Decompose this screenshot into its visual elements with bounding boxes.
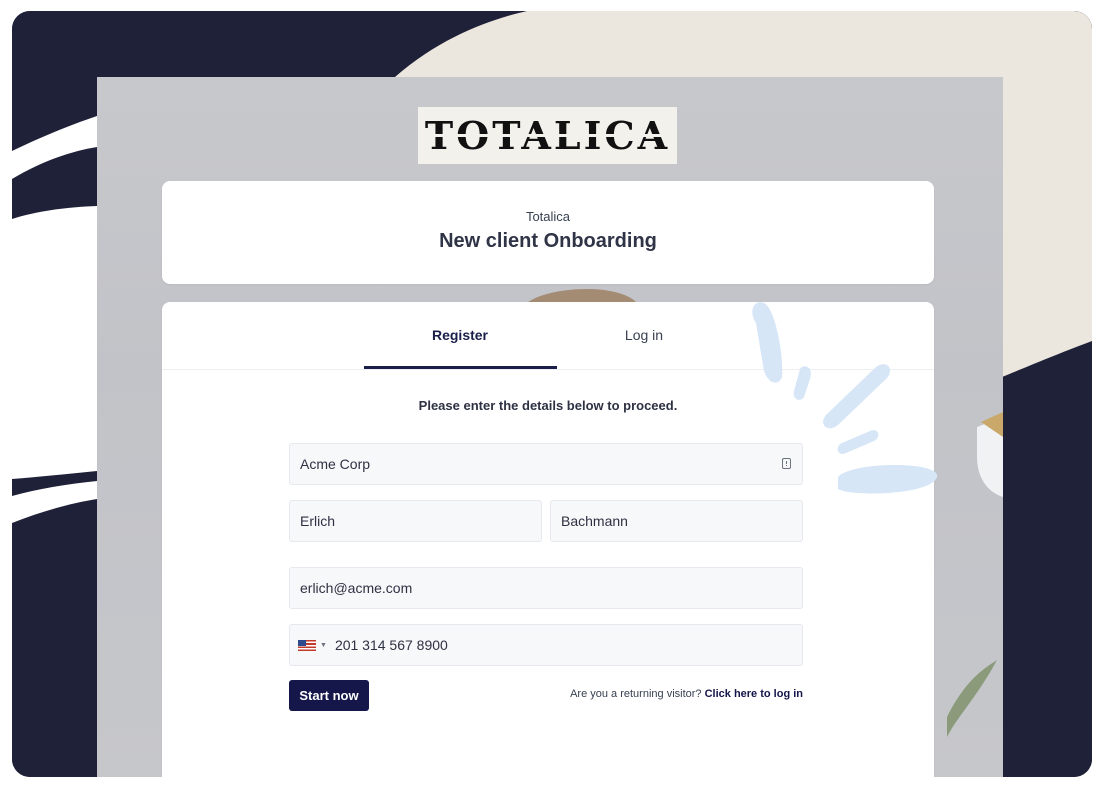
login-link[interactable]: Click here to log in — [705, 688, 803, 700]
company-field[interactable] — [289, 443, 803, 485]
email-field[interactable] — [289, 567, 803, 609]
tab-register[interactable]: Register — [364, 327, 556, 343]
company-input[interactable] — [290, 444, 802, 484]
phone-field[interactable]: ▼ — [289, 624, 803, 666]
returning-question: Are you a returning visitor? — [570, 688, 702, 700]
company-building-icon — [782, 458, 791, 469]
company-name: Totalica — [525, 209, 571, 224]
header-card: Totalica New client Onboarding — [162, 181, 934, 284]
start-now-button[interactable]: Start now — [289, 680, 369, 711]
phone-input[interactable] — [326, 625, 802, 665]
app-frame: TOTALICA Totalica New client Onboarding … — [12, 11, 1092, 777]
last-name-input[interactable] — [551, 501, 802, 541]
logo-text: TOTALICA — [424, 113, 671, 158]
totalica-logo: TOTALICA — [418, 107, 677, 164]
onboarding-form-card: Register Log in Please enter the details… — [162, 302, 934, 777]
first-name-input[interactable] — [290, 501, 541, 541]
chevron-down-icon[interactable]: ▼ — [320, 642, 327, 649]
tab-login[interactable]: Log in — [558, 327, 730, 343]
email-input[interactable] — [290, 568, 802, 608]
last-name-field[interactable] — [550, 500, 803, 542]
us-flag-icon[interactable] — [298, 639, 316, 651]
form-instructions: Please enter the details below to procee… — [418, 398, 678, 413]
tab-bar: Register Log in — [162, 302, 934, 370]
background-photo: TOTALICA Totalica New client Onboarding … — [97, 77, 1003, 777]
returning-visitor-text: Are you a returning visitor? Click here … — [570, 688, 803, 700]
page-title: New client Onboarding — [439, 230, 657, 252]
first-name-field[interactable] — [289, 500, 542, 542]
active-tab-indicator — [364, 366, 557, 369]
